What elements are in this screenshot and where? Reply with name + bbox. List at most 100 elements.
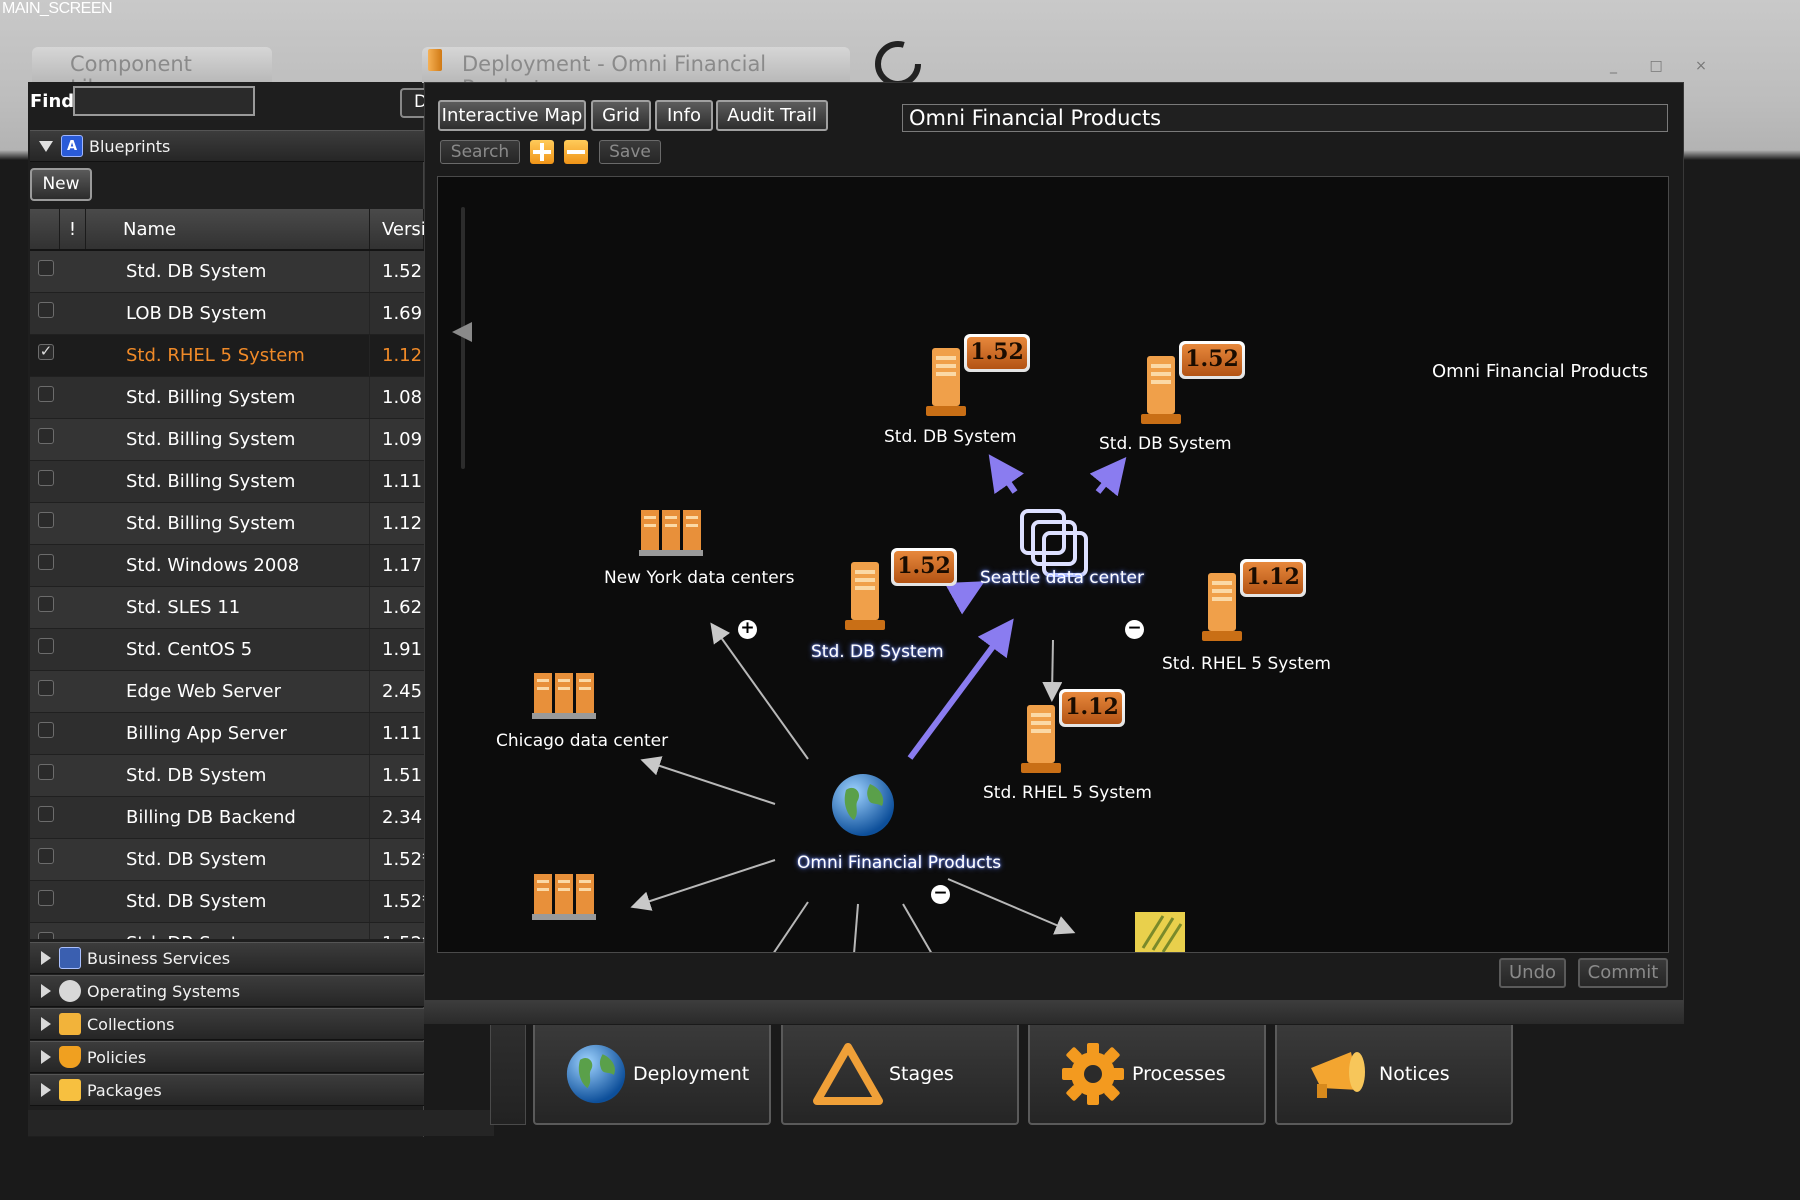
- table-row[interactable]: Std. DB System 1.52: [30, 251, 424, 293]
- dock-processes-button[interactable]: Processes: [1028, 1025, 1266, 1125]
- table-row[interactable]: Std. CentOS 5 1.91: [30, 629, 424, 671]
- remove-icon[interactable]: [564, 140, 588, 164]
- node-label-rhel1[interactable]: Std. RHEL 5 System: [1162, 654, 1331, 674]
- row-select-cell: [30, 755, 86, 796]
- row-name: Edge Web Server: [86, 671, 370, 712]
- row-checkbox[interactable]: [38, 722, 54, 738]
- datacenter-icon[interactable]: [532, 872, 596, 922]
- commit-button[interactable]: Commit: [1578, 958, 1668, 988]
- dock-deployment-label: Deployment: [633, 1063, 750, 1085]
- group-business-services[interactable]: Business Services: [30, 942, 424, 974]
- server-icon[interactable]: [1021, 703, 1061, 775]
- table-row[interactable]: Std. Billing System 1.12: [30, 503, 424, 545]
- table-row[interactable]: Edge Web Server 2.45: [30, 671, 424, 713]
- row-checkbox[interactable]: [38, 806, 54, 822]
- node-label-seattle[interactable]: Seattle data center: [980, 568, 1144, 588]
- version-column-header[interactable]: Version: [370, 209, 424, 249]
- table-row[interactable]: Billing DB Backend 2.34: [30, 797, 424, 839]
- tab-grid[interactable]: Grid: [591, 100, 651, 131]
- row-checkbox[interactable]: [38, 932, 54, 939]
- group-label: Collections: [87, 1014, 175, 1034]
- dock-deployment-button[interactable]: Deployment: [533, 1025, 771, 1125]
- triangle-icon: [813, 1043, 883, 1105]
- server-icon[interactable]: [1141, 354, 1181, 426]
- table-row[interactable]: LOB DB System 1.69: [30, 293, 424, 335]
- row-checkbox[interactable]: [38, 554, 54, 570]
- datacenter-icon[interactable]: [532, 671, 596, 721]
- node-label-db2[interactable]: Std. DB System: [1099, 434, 1232, 454]
- row-checkbox[interactable]: [38, 638, 54, 654]
- blueprints-header[interactable]: A Blueprints: [30, 130, 424, 162]
- row-name: Std. DB System: [86, 755, 370, 796]
- row-checkbox[interactable]: [38, 890, 54, 906]
- tab-interactive-map[interactable]: Interactive Map: [438, 100, 586, 131]
- group-operating-systems[interactable]: Operating Systems: [30, 975, 424, 1007]
- row-checkbox[interactable]: [38, 470, 54, 486]
- add-icon[interactable]: [530, 140, 554, 164]
- node-label-chicago[interactable]: Chicago data center: [496, 731, 668, 751]
- datacenter-icon[interactable]: [639, 508, 703, 558]
- row-checkbox[interactable]: [38, 596, 54, 612]
- tab-audit-trail[interactable]: Audit Trail: [716, 100, 828, 131]
- save-button[interactable]: Save: [599, 140, 661, 164]
- undo-button[interactable]: Undo: [1499, 958, 1566, 988]
- deployment-window-tab[interactable]: Deployment - Omni Financial Products: [422, 47, 850, 100]
- group-collections[interactable]: Collections: [30, 1008, 424, 1040]
- collapsed-arrow-icon: [41, 951, 51, 965]
- row-select-cell: [30, 587, 86, 628]
- node-label-newyork[interactable]: New York data centers: [604, 568, 795, 588]
- search-button[interactable]: Search: [440, 140, 520, 164]
- node-label-db3[interactable]: Std. DB System: [811, 642, 944, 662]
- row-checkbox[interactable]: [38, 512, 54, 528]
- deployment-title-field[interactable]: Omni Financial Products: [902, 104, 1668, 132]
- window-controls[interactable]: _ □ ×: [1610, 58, 1721, 74]
- component-library-tab[interactable]: Component Library: [32, 47, 272, 100]
- new-blueprint-button[interactable]: New: [30, 168, 92, 201]
- tab-info[interactable]: Info: [655, 100, 713, 131]
- dock-stages-button[interactable]: Stages: [781, 1025, 1019, 1125]
- server-icon[interactable]: [926, 346, 966, 418]
- server-icon[interactable]: [1202, 571, 1242, 643]
- zoom-slider-handle[interactable]: [452, 322, 472, 342]
- dock-notices-button[interactable]: Notices: [1275, 1025, 1513, 1125]
- table-row[interactable]: Std. Billing System 1.08: [30, 377, 424, 419]
- row-version: 1.51: [382, 765, 423, 786]
- row-checkbox[interactable]: ✓: [38, 344, 54, 360]
- node-label-root[interactable]: Omni Financial Products: [797, 853, 1001, 873]
- dock-notices-label: Notices: [1379, 1063, 1450, 1085]
- table-row[interactable]: Std. DB System1.52*: [30, 923, 424, 939]
- row-checkbox[interactable]: [38, 260, 54, 276]
- table-row[interactable]: Std. DB System1.52*: [30, 881, 424, 923]
- table-row[interactable]: ✓ Std. RHEL 5 System 1.12: [30, 335, 424, 377]
- group-policies[interactable]: Policies: [30, 1041, 424, 1073]
- row-checkbox[interactable]: [38, 764, 54, 780]
- row-checkbox[interactable]: [38, 386, 54, 402]
- row-version: 2.34: [382, 807, 423, 828]
- package-icon[interactable]: [1133, 908, 1187, 953]
- server-icon[interactable]: [845, 560, 885, 632]
- name-column-header[interactable]: Name: [86, 209, 370, 249]
- expand-icon[interactable]: +: [738, 620, 757, 639]
- row-checkbox[interactable]: [38, 428, 54, 444]
- interactive-map-canvas[interactable]: 1.52 1.52 1.52 1.12 1.12 Std. DB System …: [437, 176, 1669, 953]
- table-row[interactable]: Std. DB System 1.51: [30, 755, 424, 797]
- table-row[interactable]: Std. SLES 11 1.62: [30, 587, 424, 629]
- group-packages[interactable]: Packages: [30, 1074, 424, 1106]
- table-row[interactable]: Billing App Server 1.11: [30, 713, 424, 755]
- node-label-db1[interactable]: Std. DB System: [884, 427, 1017, 447]
- find-input[interactable]: [73, 86, 255, 116]
- row-checkbox[interactable]: [38, 302, 54, 318]
- flag-column-header[interactable]: !: [60, 209, 86, 249]
- server-icon: [428, 49, 442, 71]
- table-row[interactable]: Std. Billing System 1.11: [30, 461, 424, 503]
- table-row[interactable]: Std. Billing System 1.09: [30, 419, 424, 461]
- row-name: Billing App Server: [86, 713, 370, 754]
- collapse-icon[interactable]: −: [1125, 620, 1144, 639]
- table-row[interactable]: Std. Windows 2008 1.17: [30, 545, 424, 587]
- node-label-rhel2[interactable]: Std. RHEL 5 System: [983, 783, 1152, 803]
- collapse-icon[interactable]: −: [931, 885, 950, 904]
- table-row[interactable]: Std. DB System1.52*: [30, 839, 424, 881]
- globe-icon[interactable]: [830, 772, 896, 838]
- row-checkbox[interactable]: [38, 848, 54, 864]
- row-checkbox[interactable]: [38, 680, 54, 696]
